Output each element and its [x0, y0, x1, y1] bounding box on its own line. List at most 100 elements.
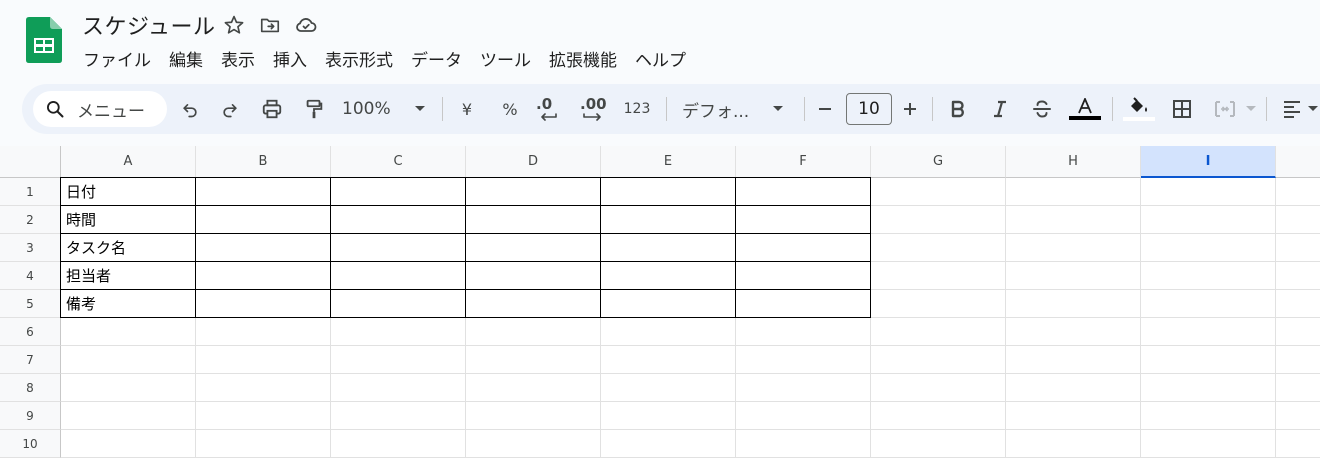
cell-a4[interactable]: 担当者 — [60, 261, 196, 290]
cell-d7[interactable] — [466, 346, 601, 374]
cell-a2[interactable]: 時間 — [60, 205, 196, 234]
redo-icon[interactable] — [216, 95, 244, 123]
row-header-7[interactable]: 7 — [0, 346, 61, 374]
cell-h8[interactable] — [1006, 374, 1141, 402]
font-select[interactable]: デフォ... — [682, 95, 768, 123]
cell-b9[interactable] — [196, 402, 331, 430]
horizontal-align-icon[interactable] — [1278, 95, 1306, 123]
column-header-a[interactable]: A — [61, 146, 196, 178]
column-header-f[interactable]: F — [736, 146, 871, 178]
cell-c10[interactable] — [331, 430, 466, 458]
cell-f10[interactable] — [736, 430, 871, 458]
cell-d6[interactable] — [466, 318, 601, 346]
percent-format-button[interactable]: % — [498, 95, 522, 123]
cell-h6[interactable] — [1006, 318, 1141, 346]
cell-f5[interactable] — [735, 289, 871, 318]
cell-i8[interactable] — [1141, 374, 1276, 402]
fill-color-icon[interactable] — [1122, 95, 1156, 123]
cell-i4[interactable] — [1141, 262, 1276, 290]
cell-c2[interactable] — [330, 205, 466, 234]
cell-j6[interactable] — [1276, 318, 1320, 346]
cell-d9[interactable] — [466, 402, 601, 430]
paint-format-icon[interactable] — [300, 95, 328, 123]
cell-h1[interactable] — [1006, 178, 1141, 206]
cell-c5[interactable] — [330, 289, 466, 318]
cell-g10[interactable] — [871, 430, 1006, 458]
cell-f8[interactable] — [736, 374, 871, 402]
cell-e4[interactable] — [600, 261, 736, 290]
cell-i3[interactable] — [1141, 234, 1276, 262]
merge-cells-icon[interactable] — [1210, 95, 1240, 123]
zoom-dropdown-icon[interactable] — [410, 95, 430, 123]
cell-d10[interactable] — [466, 430, 601, 458]
move-to-folder-icon[interactable] — [253, 8, 287, 42]
cell-h7[interactable] — [1006, 346, 1141, 374]
cell-b8[interactable] — [196, 374, 331, 402]
menu-insert[interactable]: 挿入 — [264, 44, 316, 73]
cell-h2[interactable] — [1006, 206, 1141, 234]
cell-i1[interactable] — [1141, 178, 1276, 206]
cell-b6[interactable] — [196, 318, 331, 346]
cell-j7[interactable] — [1276, 346, 1320, 374]
zoom-select[interactable]: 100% — [342, 95, 402, 123]
text-color-icon[interactable] — [1068, 95, 1102, 123]
print-icon[interactable] — [258, 95, 286, 123]
cell-g7[interactable] — [871, 346, 1006, 374]
cell-c1[interactable] — [330, 177, 466, 206]
cell-a3[interactable]: タスク名 — [60, 233, 196, 262]
cell-a1[interactable]: 日付 — [60, 177, 196, 206]
cell-d3[interactable] — [465, 233, 601, 262]
cell-g5[interactable] — [871, 290, 1006, 318]
cell-e7[interactable] — [601, 346, 736, 374]
column-header-e[interactable]: E — [601, 146, 736, 178]
cell-a9[interactable] — [61, 402, 196, 430]
menu-help[interactable]: ヘルプ — [626, 44, 695, 73]
cell-b2[interactable] — [195, 205, 331, 234]
column-header-partial[interactable] — [1276, 146, 1320, 178]
menu-extensions[interactable]: 拡張機能 — [540, 44, 626, 73]
cell-d4[interactable] — [465, 261, 601, 290]
cell-f1[interactable] — [735, 177, 871, 206]
number-format-button[interactable]: 123 — [622, 95, 652, 123]
row-header-8[interactable]: 8 — [0, 374, 61, 402]
cell-b3[interactable] — [195, 233, 331, 262]
cell-i9[interactable] — [1141, 402, 1276, 430]
cell-b1[interactable] — [195, 177, 331, 206]
undo-icon[interactable] — [176, 95, 204, 123]
bold-icon[interactable] — [944, 95, 972, 123]
strikethrough-icon[interactable] — [1028, 95, 1056, 123]
cell-j3[interactable] — [1276, 234, 1320, 262]
increase-decimal-button[interactable]: .00 — [580, 95, 614, 123]
row-header-6[interactable]: 6 — [0, 318, 61, 346]
cell-d5[interactable] — [465, 289, 601, 318]
merge-dropdown-icon[interactable] — [1244, 95, 1258, 123]
cell-b4[interactable] — [195, 261, 331, 290]
cell-g9[interactable] — [871, 402, 1006, 430]
row-header-9[interactable]: 9 — [0, 402, 61, 430]
cell-j9[interactable] — [1276, 402, 1320, 430]
cell-c7[interactable] — [331, 346, 466, 374]
cell-j5[interactable] — [1276, 290, 1320, 318]
document-title[interactable]: スケジュール — [82, 9, 215, 41]
cell-g1[interactable] — [871, 178, 1006, 206]
cell-b5[interactable] — [195, 289, 331, 318]
cell-e1[interactable] — [600, 177, 736, 206]
cell-e8[interactable] — [601, 374, 736, 402]
decrease-decimal-button[interactable]: .0 — [536, 95, 570, 123]
cell-i7[interactable] — [1141, 346, 1276, 374]
cell-c9[interactable] — [331, 402, 466, 430]
cell-g6[interactable] — [871, 318, 1006, 346]
cell-b7[interactable] — [196, 346, 331, 374]
cell-a5[interactable]: 備考 — [60, 289, 196, 318]
cell-j2[interactable] — [1276, 206, 1320, 234]
increase-font-size-icon[interactable] — [899, 95, 921, 123]
cell-c6[interactable] — [331, 318, 466, 346]
cell-c4[interactable] — [330, 261, 466, 290]
cell-c3[interactable] — [330, 233, 466, 262]
cell-g4[interactable] — [871, 262, 1006, 290]
cell-i2[interactable] — [1141, 206, 1276, 234]
cloud-saved-icon[interactable] — [289, 8, 323, 42]
sheets-logo-icon[interactable] — [26, 17, 62, 63]
cell-g3[interactable] — [871, 234, 1006, 262]
cell-a7[interactable] — [61, 346, 196, 374]
